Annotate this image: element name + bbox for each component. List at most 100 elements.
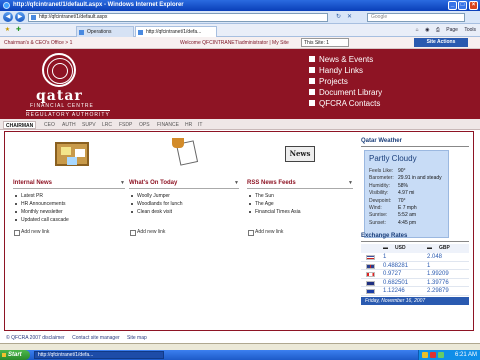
refresh-icon[interactable]: ↻ bbox=[334, 13, 343, 22]
search-scope-value: This Site: 1 bbox=[304, 40, 330, 46]
quick-link-handy-links[interactable]: Handy Links bbox=[309, 65, 382, 76]
close-window-button[interactable]: × bbox=[469, 1, 478, 10]
security-alert-icon[interactable] bbox=[430, 352, 436, 358]
whats-on-webpart: What's On Today ▼ Woolly Jumper Woodland… bbox=[129, 180, 239, 236]
list-item[interactable]: HR Announcements bbox=[13, 200, 125, 208]
print-icon[interactable]: ⎙ bbox=[436, 27, 440, 33]
quick-link-news-events[interactable]: News & Events bbox=[309, 54, 382, 65]
quick-link-document-library[interactable]: Document Library bbox=[309, 87, 382, 98]
list-item[interactable]: Updated call cascade bbox=[13, 216, 125, 224]
add-new-link[interactable]: Add new link bbox=[129, 229, 239, 236]
exchange-header: Exchange Rates bbox=[361, 233, 469, 242]
qfc-logo-icon bbox=[42, 53, 76, 87]
nav-lrc[interactable]: LRC bbox=[100, 121, 114, 129]
windows-taskbar: Start http://qfcintranet/1/defa... 6:21 … bbox=[0, 350, 480, 360]
weather-condition: Partly Cloudy bbox=[369, 154, 417, 163]
nav-it[interactable]: IT bbox=[196, 121, 204, 129]
weather-box: Partly Cloudy Feels Like: 90° Barometer: 2… bbox=[364, 150, 449, 238]
nav-fsdp[interactable]: FSDP bbox=[117, 121, 134, 129]
list-item[interactable]: Financial Times Asia bbox=[247, 208, 353, 216]
weather-row: Dewpoint: 70° bbox=[369, 197, 406, 204]
rss-icon[interactable]: ◉ bbox=[425, 27, 429, 33]
search-scope-select[interactable]: This Site: 1 bbox=[301, 38, 349, 47]
list-item[interactable]: Monthly newsletter bbox=[13, 208, 125, 216]
canada-flag-icon bbox=[366, 272, 375, 278]
tools-menu[interactable]: Tools bbox=[464, 27, 476, 33]
add-new-link[interactable]: Add new link bbox=[13, 229, 125, 236]
nav-ops[interactable]: OPS bbox=[137, 121, 152, 129]
internet-explorer-icon bbox=[3, 2, 10, 9]
home-icon[interactable]: ⌂ bbox=[416, 27, 419, 33]
quick-link-projects[interactable]: Projects bbox=[309, 76, 382, 87]
back-button[interactable]: ◀ bbox=[3, 12, 13, 22]
disclaimer-link[interactable]: © QFCRA 2007 disclaimer bbox=[6, 335, 65, 341]
webpart-menu-icon[interactable]: ▼ bbox=[120, 180, 125, 186]
nav-hr[interactable]: HR bbox=[183, 121, 194, 129]
coffee-calendar-icon bbox=[172, 138, 199, 166]
rss-feeds-list: The Sun The Age Financial Times Asia bbox=[247, 192, 353, 216]
exchange-header-row: ▬ USD ▬ GBP bbox=[361, 244, 469, 253]
list-item[interactable]: The Age bbox=[247, 200, 353, 208]
internal-news-webpart: Internal News ▼ Latest PR HR Announcemen… bbox=[13, 180, 125, 236]
nav-finance[interactable]: FINANCE bbox=[155, 121, 181, 129]
newspaper-icon: News bbox=[285, 146, 315, 162]
quick-links: News & Events Handy Links Projects Docum… bbox=[309, 54, 382, 109]
nav-auth[interactable]: AUTH bbox=[60, 121, 78, 129]
tab-label: Operations bbox=[87, 29, 112, 35]
uk-flag-icon bbox=[366, 263, 375, 269]
column-header: GBP bbox=[439, 245, 450, 251]
weather-header: Qatar Weather bbox=[361, 138, 469, 147]
start-button[interactable]: Start bbox=[0, 350, 30, 360]
weather-row: Humidity: 58% bbox=[369, 182, 409, 189]
taskbar-item-ie[interactable]: http://qfcintranet/1/defa... bbox=[34, 351, 164, 359]
weather-row: Visibility: 4.97 mi bbox=[369, 190, 415, 197]
page-icon bbox=[31, 15, 36, 20]
tray-icon[interactable] bbox=[422, 352, 428, 358]
network-icon[interactable] bbox=[438, 352, 444, 358]
list-item[interactable]: Latest PR bbox=[13, 192, 125, 200]
nav-chairman[interactable]: CHAIRMAN bbox=[3, 121, 37, 129]
address-url: http://qfcintranet/1/default.aspx bbox=[39, 14, 108, 20]
breadcrumb[interactable]: Chairman's & CEO's Office > 1 bbox=[4, 40, 72, 46]
welcome-user-menu[interactable]: Welcome QFCINTRANET\administrator | My S… bbox=[180, 40, 289, 46]
table-row: 0.9727 1.99209 bbox=[361, 270, 469, 279]
usd-flag-icon: ▬ bbox=[383, 245, 388, 251]
webpart-menu-icon[interactable]: ▼ bbox=[234, 180, 239, 186]
nav-supv[interactable]: SUPV bbox=[80, 121, 98, 129]
minimize-button[interactable]: _ bbox=[448, 1, 457, 10]
maximize-button[interactable]: □ bbox=[458, 1, 467, 10]
forward-button[interactable]: ▶ bbox=[15, 12, 25, 22]
list-item[interactable]: Clean desk visit bbox=[129, 208, 239, 216]
page-menu[interactable]: Page bbox=[446, 27, 458, 33]
tab-operations[interactable]: Operations bbox=[76, 26, 134, 37]
list-item[interactable]: Woolly Jumper bbox=[129, 192, 239, 200]
rss-feeds-webpart: RSS News Feeds ▼ The Sun The Age Financi… bbox=[247, 180, 353, 236]
address-input[interactable]: http://qfcintranet/1/default.aspx bbox=[28, 13, 328, 22]
contact-site-manager-link[interactable]: Contact site manager bbox=[72, 335, 120, 341]
bullet-square-icon bbox=[309, 100, 315, 106]
favorites-star-icon[interactable]: ★ bbox=[3, 26, 12, 35]
add-favorites-icon[interactable]: ✚ bbox=[14, 26, 23, 35]
quick-link-qfcra-contacts[interactable]: QFCRA Contacts bbox=[309, 98, 382, 109]
site-actions-button[interactable]: Site Actions bbox=[414, 38, 468, 47]
bullet-square-icon bbox=[309, 67, 315, 73]
tab-intranet[interactable]: http://qfcintranet/1/defa... bbox=[135, 26, 217, 37]
nav-ceo[interactable]: CEO bbox=[42, 121, 57, 129]
site-map-link[interactable]: Site map bbox=[127, 335, 147, 341]
status-bar bbox=[0, 343, 480, 350]
page-footer: © QFCRA 2007 disclaimer Contact site man… bbox=[4, 333, 474, 343]
internal-news-header: Internal News ▼ bbox=[13, 180, 125, 189]
webpart-menu-icon[interactable]: ▼ bbox=[348, 180, 353, 186]
webpart-title: Internal News bbox=[13, 180, 53, 186]
bulletin-board-icon bbox=[55, 142, 89, 166]
weather-row: Wind: E 7 mph bbox=[369, 204, 417, 211]
internal-news-list: Latest PR HR Announcements Monthly newsl… bbox=[13, 192, 125, 224]
list-item[interactable]: The Sun bbox=[247, 192, 353, 200]
search-input[interactable]: Google bbox=[367, 13, 465, 22]
tab-bar: ★ ✚ Operations http://qfcintranet/1/defa… bbox=[0, 24, 480, 37]
stop-icon[interactable]: ✕ bbox=[345, 13, 354, 22]
command-bar: ⌂ ◉ ⎙ Page Tools bbox=[411, 27, 476, 33]
list-item[interactable]: Woodlands for lunch bbox=[129, 200, 239, 208]
add-new-link[interactable]: Add new link bbox=[247, 229, 353, 236]
webpart-title: RSS News Feeds bbox=[247, 180, 296, 186]
